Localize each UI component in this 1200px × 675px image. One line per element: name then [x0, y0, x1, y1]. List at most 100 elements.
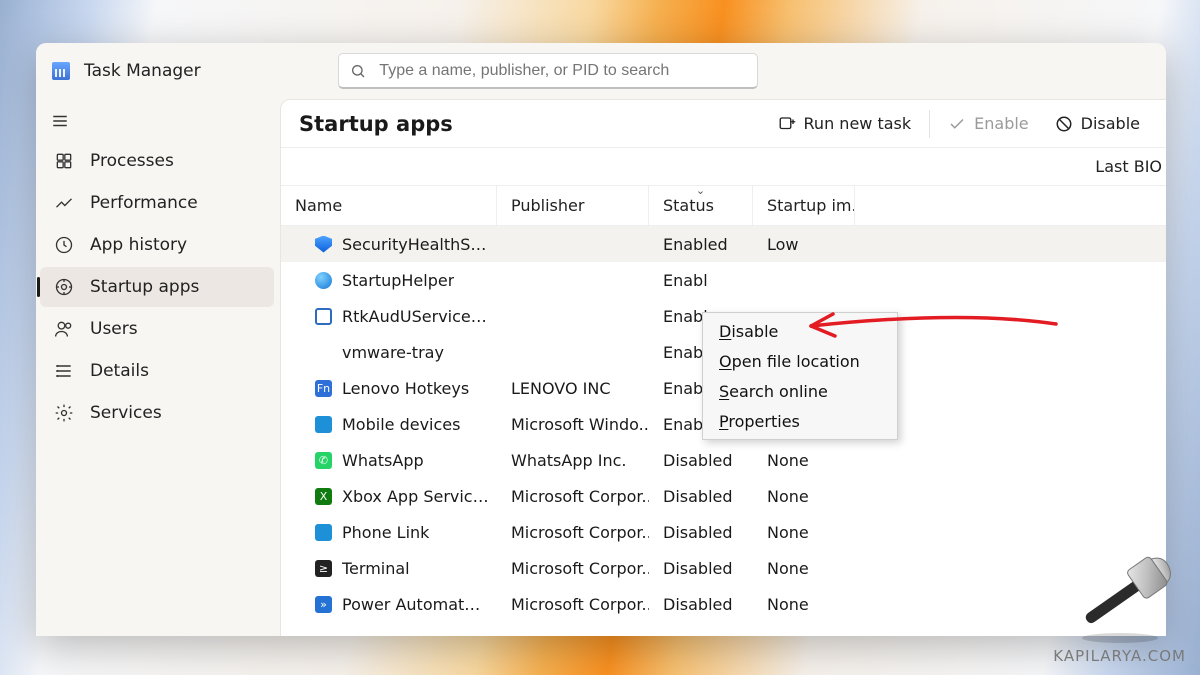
search-icon	[350, 63, 366, 79]
panel-header: Startup apps Run new task Enable Disable	[281, 100, 1166, 148]
table-row[interactable]: XXbox App ServicesMicrosoft Corpor...Dis…	[281, 478, 1166, 514]
cell-spacer	[855, 370, 1166, 406]
cell-spacer	[855, 298, 1166, 334]
cell-publisher: Microsoft Corpor...	[497, 586, 649, 622]
column-name[interactable]: Name	[281, 186, 497, 226]
blank-icon	[315, 344, 332, 361]
sidebar-item-label: Startup apps	[90, 277, 199, 297]
cell-name: ✆WhatsApp	[281, 442, 497, 478]
cell-status: Disabled	[649, 550, 753, 586]
whatsapp-icon: ✆	[315, 452, 332, 469]
hamburger-button[interactable]	[40, 103, 80, 139]
task-manager-icon	[52, 62, 70, 80]
startup-apps-table: Name Publisher ⌄ Status Startup im... Se…	[281, 186, 1166, 636]
sub-header: Last BIO	[281, 148, 1166, 186]
sidebar-item-label: Performance	[90, 193, 198, 213]
table-row[interactable]: ≥TerminalMicrosoft Corpor...DisabledNone	[281, 550, 1166, 586]
column-publisher[interactable]: Publisher	[497, 186, 649, 226]
cell-publisher: Microsoft Windo...	[497, 406, 649, 442]
context-menu-search-online[interactable]: Search online	[705, 376, 895, 406]
sidebar-item-performance[interactable]: Performance	[40, 183, 274, 223]
users-icon	[54, 319, 74, 339]
details-icon	[54, 361, 74, 381]
cell-publisher: Microsoft Corpor...	[497, 478, 649, 514]
cell-name: Phone Link	[281, 514, 497, 550]
cell-spacer	[855, 442, 1166, 478]
disable-button[interactable]: Disable	[1045, 107, 1150, 141]
cell-name: vmware-tray	[281, 334, 497, 370]
phonelink-icon	[315, 524, 332, 541]
history-icon	[54, 235, 74, 255]
cell-impact	[753, 262, 855, 298]
enable-label: Enable	[974, 114, 1029, 133]
column-spacer	[855, 186, 1166, 226]
sidebar-item-processes[interactable]: Processes	[40, 141, 274, 181]
sidebar-item-label: Users	[90, 319, 138, 339]
cell-name: SecurityHealthSystr...	[281, 226, 497, 262]
cell-name: ≥Terminal	[281, 550, 497, 586]
cell-publisher: Microsoft Corpor...	[497, 514, 649, 550]
cell-publisher	[497, 334, 649, 370]
sidebar-item-users[interactable]: Users	[40, 309, 274, 349]
cell-publisher	[497, 226, 649, 262]
cell-spacer	[855, 226, 1166, 262]
cell-spacer	[855, 262, 1166, 298]
cell-spacer	[855, 406, 1166, 442]
run-new-task-label: Run new task	[804, 114, 912, 133]
table-row[interactable]: SecurityHealthSystr...EnabledLow	[281, 226, 1166, 262]
sidebar-item-services[interactable]: Services	[40, 393, 274, 433]
cell-name: StartupHelper	[281, 262, 497, 298]
column-startup-impact[interactable]: Startup im...	[753, 186, 855, 226]
cell-impact: None	[753, 514, 855, 550]
search-input[interactable]	[338, 53, 758, 89]
cell-status: Enabled	[649, 226, 753, 262]
fn-icon: Fn	[315, 380, 332, 397]
cell-status: Disabled	[649, 442, 753, 478]
sidebar-item-startup-apps[interactable]: Startup apps	[40, 267, 274, 307]
table-row[interactable]: StartupHelper Enabl	[281, 262, 1166, 298]
startup-icon	[54, 277, 74, 297]
search-box[interactable]	[338, 53, 758, 89]
run-new-task-button[interactable]: Run new task	[768, 107, 922, 141]
cell-status: Disabled	[649, 514, 753, 550]
context-menu-properties[interactable]: Properties	[705, 406, 895, 436]
context-menu-open-file-location[interactable]: Open file location	[705, 346, 895, 376]
sidebar-item-label: Details	[90, 361, 149, 381]
sidebar-item-details[interactable]: Details	[40, 351, 274, 391]
sidebar-item-app-history[interactable]: App history	[40, 225, 274, 265]
services-icon	[54, 403, 74, 423]
context-menu-disable[interactable]: Disable	[705, 316, 895, 346]
panel-title: Startup apps	[299, 112, 453, 136]
app-title: Task Manager	[84, 61, 201, 81]
cell-name: RtkAudUService64	[281, 298, 497, 334]
flow-icon: »	[315, 596, 332, 613]
cell-spacer	[855, 478, 1166, 514]
cell-publisher: Microsoft Corpor...	[497, 550, 649, 586]
column-status[interactable]: ⌄ Status	[649, 186, 753, 226]
cell-impact: None	[753, 586, 855, 622]
cell-publisher	[497, 262, 649, 298]
cell-spacer	[855, 334, 1166, 370]
sidebar-item-label: Services	[90, 403, 162, 423]
terminal-icon: ≥	[315, 560, 332, 577]
cell-name: Mobile devices	[281, 406, 497, 442]
cell-status: Enabl	[649, 262, 753, 298]
cell-status: Disabled	[649, 586, 753, 622]
cell-spacer	[855, 514, 1166, 550]
table-header: Name Publisher ⌄ Status Startup im...	[281, 186, 1166, 226]
cell-publisher	[497, 298, 649, 334]
titlebar: Task Manager	[36, 43, 1166, 99]
table-row[interactable]: ✆WhatsAppWhatsApp Inc.DisabledNone	[281, 442, 1166, 478]
cell-name: XXbox App Services	[281, 478, 497, 514]
cell-impact: None	[753, 478, 855, 514]
table-row[interactable]: Phone LinkMicrosoft Corpor...DisabledNon…	[281, 514, 1166, 550]
task-manager-window: Task Manager Processes	[36, 43, 1166, 636]
sidebar: Processes Performance App history Startu…	[36, 99, 280, 636]
enable-button: Enable	[938, 107, 1039, 141]
cell-name: FnLenovo Hotkeys	[281, 370, 497, 406]
globe-icon	[315, 272, 332, 289]
table-row[interactable]: »Power Automate D...Microsoft Corpor...D…	[281, 586, 1166, 622]
last-bios-label: Last BIO	[1095, 157, 1162, 176]
context-menu: Disable Open file location Search online…	[702, 312, 898, 440]
cell-name: »Power Automate D...	[281, 586, 497, 622]
